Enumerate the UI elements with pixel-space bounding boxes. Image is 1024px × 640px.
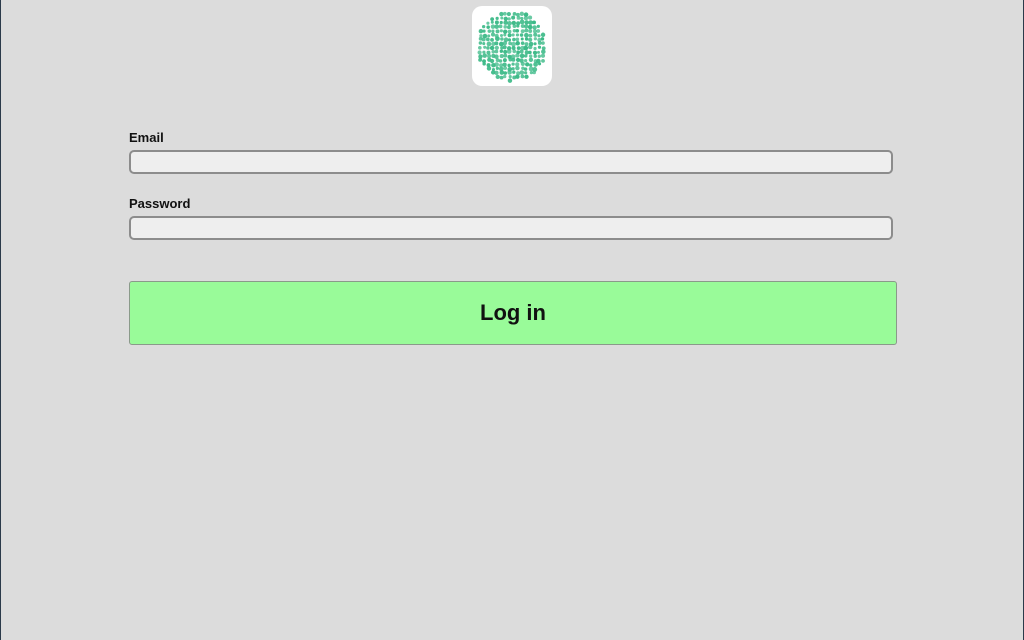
login-page: Email Password Log in: [1, 0, 1023, 640]
password-input[interactable]: [129, 216, 893, 240]
email-label: Email: [129, 130, 164, 145]
dotted-circle-logo-icon: [477, 11, 546, 83]
login-button[interactable]: Log in: [129, 281, 897, 345]
app-logo: [472, 6, 552, 86]
email-input[interactable]: [129, 150, 893, 174]
password-label: Password: [129, 196, 191, 211]
